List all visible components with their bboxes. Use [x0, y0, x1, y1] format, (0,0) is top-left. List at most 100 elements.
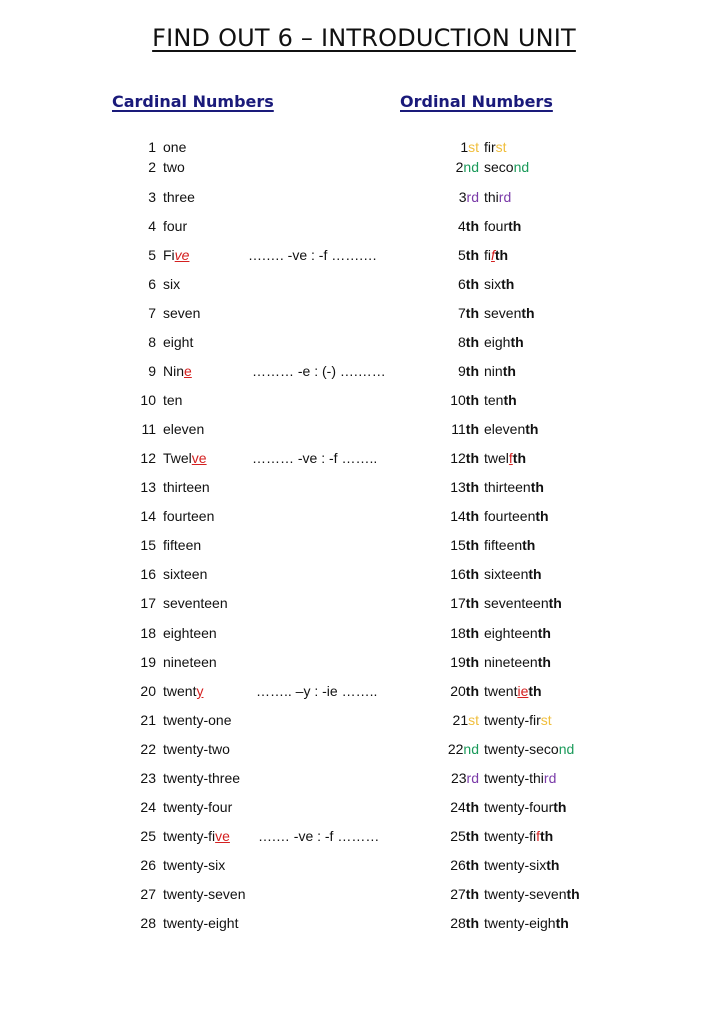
ordinal-word-segment: st: [495, 139, 507, 155]
cardinal-word: twenty-seven: [163, 883, 245, 905]
ordinal-word: ninth: [484, 360, 516, 382]
ordinal-word-segment: th: [553, 799, 567, 815]
ordinal-number-segment: th: [465, 537, 479, 553]
ordinal-number-segment: 16: [450, 566, 466, 582]
ordinal-number-segment: th: [465, 363, 479, 379]
ordinal-number-segment: th: [465, 595, 479, 611]
cardinal-number: 12: [140, 450, 156, 466]
ordinal-number-segment: nd: [463, 159, 479, 175]
ordinal-number-segment: th: [465, 421, 479, 437]
ordinal-number-segment: 23: [450, 770, 467, 786]
ordinal-word-segment: th: [512, 450, 527, 466]
page-title-text: FIND OUT 6 – INTRODUCTION UNIT: [152, 24, 576, 52]
cardinal-word-segment: y: [196, 683, 204, 699]
table-row: 2 two 2nd second: [0, 156, 728, 178]
cardinal-number: 23: [140, 770, 156, 786]
ordinal-word-segment: nd: [513, 159, 530, 175]
ordinal-word-segment: twenty-seven: [484, 886, 567, 902]
ordinal-number-segment: 11: [451, 421, 466, 437]
cardinal-number: 6: [148, 276, 156, 292]
table-row: 6 six 6th sixth: [0, 273, 728, 295]
table-row: 28 twenty-eight 28th twenty-eighth: [0, 912, 728, 934]
ordinal-number-segment: th: [465, 625, 479, 641]
ordinal-number: 2nd: [456, 156, 479, 178]
ordinal-word-segment: eigh: [484, 334, 511, 350]
cardinal-word: fourteen: [163, 505, 214, 527]
cardinal-word-segment: eleven: [163, 421, 205, 437]
ordinal-number: 28th: [450, 912, 479, 934]
ordinal-word: fifth: [484, 244, 508, 266]
cardinal-number: 13: [140, 479, 156, 495]
cardinal-word-segment: twenty-one: [163, 712, 232, 728]
cardinal-word-segment: two: [163, 159, 185, 175]
ordinal-word-segment: th: [535, 508, 549, 524]
cardinal-number: 21: [140, 712, 156, 728]
ordinal-number: 12th: [450, 447, 479, 469]
cardinal-numbers-heading: Cardinal Numbers: [112, 92, 274, 111]
ordinal-word-segment: nin: [484, 363, 503, 379]
spelling-rule: ……… -ve : -f ……..: [252, 450, 378, 466]
table-row: 17 seventeen 17th seventeenth: [0, 592, 728, 614]
ordinal-word-segment: th: [537, 654, 551, 670]
cardinal-word-segment: fifteen: [163, 537, 202, 553]
cardinal-number: 17: [140, 595, 156, 611]
cardinal-word-segment: Fi: [163, 247, 175, 263]
cardinal-word-segment: twenty-eight: [163, 915, 239, 931]
cardinal-word: twenty-three: [163, 767, 240, 789]
ordinal-word-segment: four: [484, 218, 509, 234]
ordinal-number: 23rd: [451, 767, 479, 789]
ordinal-number: 9th: [458, 360, 479, 382]
cardinal-number: 4: [148, 218, 156, 234]
ordinal-word: eleventh: [484, 418, 538, 440]
cardinal-word-segment: eight: [163, 334, 194, 350]
table-row: 9 Nine……… -e : (-) ….…… 9th ninth: [0, 360, 728, 382]
ordinal-word-segment: th: [530, 479, 544, 495]
cardinal-number: 18: [140, 625, 156, 641]
ordinal-number: 19th: [450, 651, 479, 673]
table-row: 12 Twelve……… -ve : -f …….. 12th twelfth: [0, 447, 728, 469]
ordinal-word: twenty-seventh: [484, 883, 580, 905]
ordinal-number-segment: 17: [450, 595, 466, 611]
cardinal-word-segment: twent: [163, 683, 197, 699]
ordinal-word-segment: th: [522, 537, 536, 553]
cardinal-word-segment: six: [163, 276, 181, 292]
ordinal-number-segment: th: [465, 566, 479, 582]
ordinal-number-segment: st: [468, 139, 479, 155]
ordinal-number: 20th: [450, 680, 479, 702]
ordinal-word: third: [484, 186, 511, 208]
ordinal-number-segment: 12: [450, 450, 466, 466]
ordinal-number-segment: 25: [450, 828, 466, 844]
cardinal-word-segment: ve: [191, 450, 207, 466]
cardinal-word: four: [163, 215, 187, 237]
cardinal-number: 14: [140, 508, 156, 524]
ordinal-word: twentieth: [484, 680, 542, 702]
cardinal-number: 27: [140, 886, 156, 902]
ordinal-word-segment: ie: [517, 683, 529, 699]
ordinal-number-segment: 3: [458, 189, 467, 205]
ordinal-number: 13th: [450, 476, 479, 498]
cardinal-word-segment: three: [163, 189, 195, 205]
cardinal-word: twenty-eight: [163, 912, 238, 934]
ordinal-word-segment: eighteen: [484, 625, 538, 641]
spelling-rule: ….… -ve : -f ………: [258, 828, 380, 844]
ordinal-word-segment: thi: [484, 189, 499, 205]
ordinal-number-segment: 21: [452, 712, 469, 728]
ordinal-word-segment: sixteen: [484, 566, 529, 582]
cardinal-word-segment: thirteen: [163, 479, 210, 495]
ordinal-word: twenty-first: [484, 709, 552, 731]
cardinal-word: sixteen: [163, 563, 207, 585]
cardinal-number: 10: [140, 392, 156, 408]
ordinal-number: 5th: [458, 244, 479, 266]
cardinal-number: 22: [140, 741, 156, 757]
ordinal-number-segment: th: [465, 857, 479, 873]
ordinal-word: twelfth: [484, 447, 526, 469]
ordinal-word: twenty-second: [484, 738, 574, 760]
ordinal-word-segment: seco: [484, 159, 514, 175]
ordinal-number-segment: 13: [450, 479, 466, 495]
cardinal-word-segment: ten: [163, 392, 183, 408]
ordinal-number-segment: 4: [457, 218, 466, 234]
ordinal-word: fifteenth: [484, 534, 535, 556]
ordinal-word: eighth: [484, 331, 524, 353]
ordinal-number-segment: 5: [457, 247, 466, 263]
ordinal-word-segment: th: [546, 857, 560, 873]
